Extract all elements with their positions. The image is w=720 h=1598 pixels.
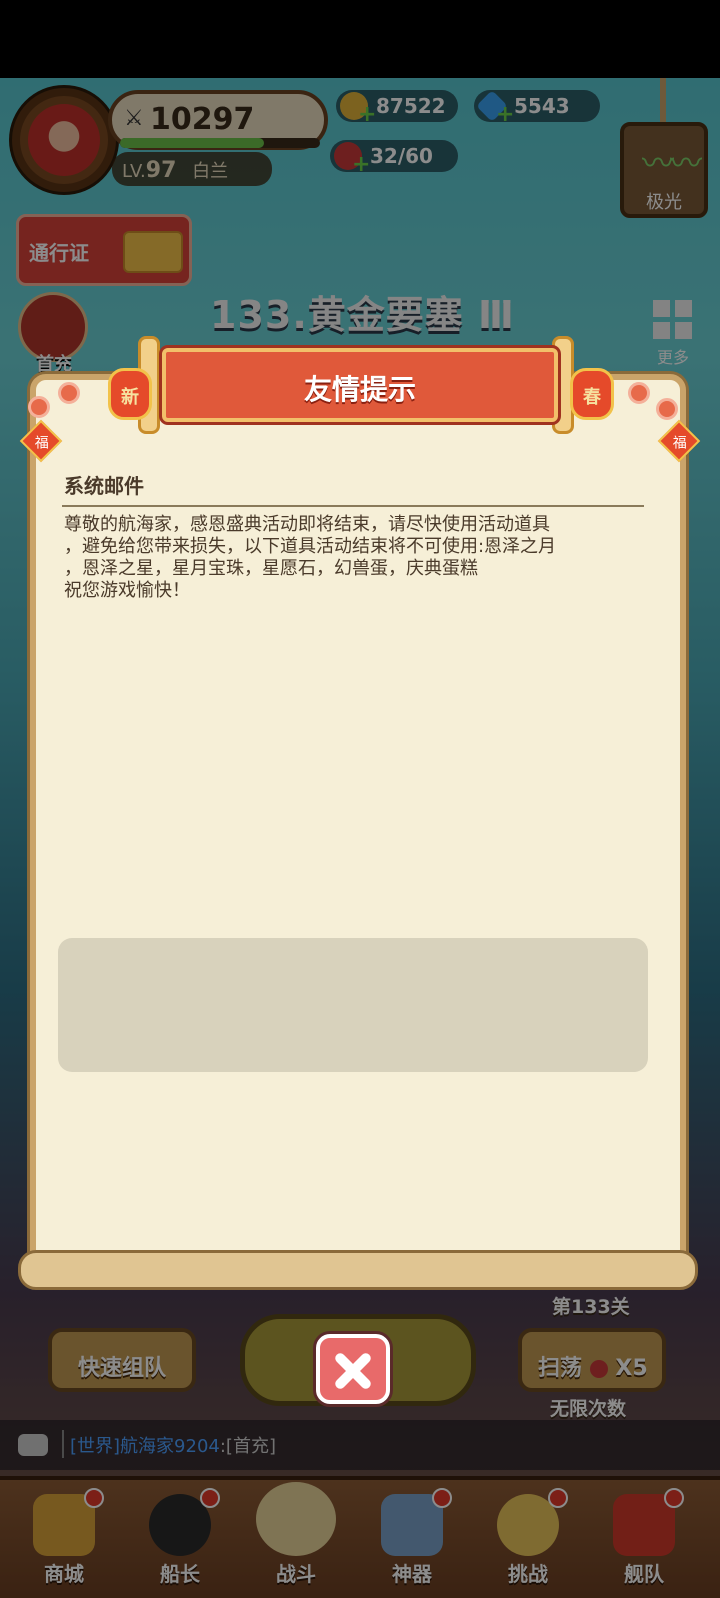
- lantern-left-icon: 新: [108, 368, 152, 420]
- lantern-right-icon: 春: [570, 368, 614, 420]
- attachment-area: [58, 938, 648, 1072]
- mail-divider: [62, 505, 644, 507]
- dialog-title: 友情提示: [303, 373, 416, 406]
- fu-charm-left-text: 福: [34, 435, 49, 452]
- close-button[interactable]: [316, 1334, 390, 1404]
- plum-flower-icon: [28, 396, 50, 418]
- fu-charm-right-text: 福: [672, 435, 687, 452]
- plum-flower-icon: [58, 382, 80, 404]
- dialog-title-banner: 友情提示: [162, 348, 558, 422]
- mail-subject: 系统邮件: [64, 474, 144, 498]
- mail-body: 尊敬的航海家，感恩盛典活动即将结束，请尽快使用活动道具 ，避免给您带来损失，以下…: [64, 514, 557, 601]
- lantern-left-text: 新: [121, 387, 139, 408]
- plum-flower-icon: [628, 382, 650, 404]
- plum-flower-icon: [656, 398, 678, 420]
- lantern-right-text: 春: [583, 387, 601, 408]
- notice-dialog: [18, 374, 698, 1290]
